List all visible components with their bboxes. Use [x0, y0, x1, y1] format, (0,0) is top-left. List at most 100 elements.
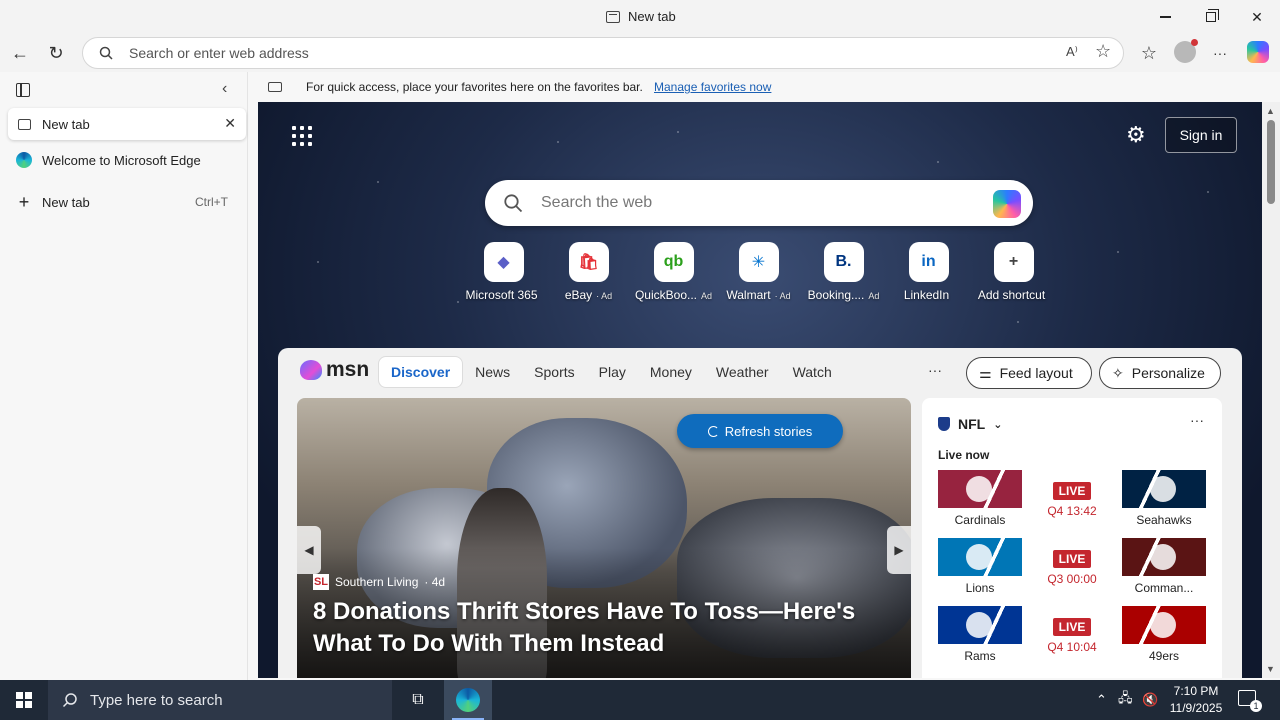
game-row[interactable]: Lions LIVE Q3 00:00 Comman... — [938, 538, 1206, 596]
sparkle-icon: ✧ — [1112, 364, 1124, 381]
tab-label: Welcome to Microsoft Edge — [42, 152, 201, 168]
taskbar-clock[interactable]: 7:10 PM 11/9/2025 — [1164, 683, 1228, 717]
scroll-thumb[interactable] — [1267, 120, 1275, 204]
show-hidden-icons-button[interactable]: ⌃ — [1096, 680, 1107, 720]
refresh-stories-button[interactable]: Refresh stories — [677, 414, 843, 448]
game-row[interactable]: Rams LIVE Q4 10:04 49ers — [938, 606, 1206, 664]
scroll-down-icon[interactable]: ▼ — [1266, 664, 1275, 674]
refresh-button[interactable]: ↻ — [41, 38, 71, 68]
msn-tab-weather[interactable]: Weather — [704, 357, 781, 387]
favorites-bar-message: For quick access, place your favorites h… — [306, 80, 643, 94]
favorites-icon: ☆ — [1140, 42, 1158, 63]
taskbar-edge-button[interactable] — [444, 680, 492, 720]
read-aloud-icon[interactable]: A⁾ — [1066, 44, 1078, 60]
shortcut-name: Booking.... — [807, 288, 865, 302]
edge-icon — [456, 688, 480, 712]
shortcut-tile[interactable]: in LinkedIn — [886, 242, 971, 302]
close-window-button[interactable]: ✕ — [1234, 4, 1280, 30]
restore-button[interactable] — [1188, 4, 1234, 30]
minimize-button[interactable] — [1142, 4, 1188, 30]
address-placeholder: Search or enter web address — [129, 45, 309, 61]
browser-toolbar: ← ↻ Search or enter web address A⁾ ☆ ☆ ·… — [0, 34, 1280, 72]
close-tab-icon[interactable]: ✕ — [224, 115, 236, 132]
team-name: Lions — [965, 581, 995, 595]
home-team: Lions — [938, 538, 1022, 596]
network-icon[interactable]: 🖧 — [1118, 680, 1133, 720]
carousel-prev-button[interactable]: ◀ — [297, 526, 321, 574]
featured-story-card[interactable]: Refresh stories ◀ ▶ SL Southern Living ·… — [297, 398, 911, 678]
start-button[interactable] — [0, 680, 48, 720]
sidebar-tab-new-tab[interactable]: New tab ✕ — [8, 108, 246, 140]
minimize-icon — [1159, 16, 1171, 18]
sidebar-tab-welcome[interactable]: Welcome to Microsoft Edge — [8, 144, 246, 176]
live-now-label: Live now — [938, 448, 990, 462]
tab-icon — [606, 10, 620, 23]
windows-logo-icon — [16, 692, 32, 708]
msn-tab-discover[interactable]: Discover — [378, 356, 464, 388]
story-source-name: Southern Living — [335, 575, 419, 589]
msn-tab-news[interactable]: News — [463, 357, 522, 387]
shortcut-label: eBay · Ad — [565, 288, 612, 302]
app-launcher-icon[interactable] — [292, 126, 312, 146]
volume-muted-icon[interactable]: 🔇 — [1142, 680, 1158, 720]
tab-actions-icon[interactable] — [16, 83, 30, 97]
shortcut-tile[interactable]: + Add shortcut — [971, 242, 1056, 302]
feed-layout-button[interactable]: ⚌ Feed layout — [966, 357, 1092, 389]
settings-more-button[interactable]: ··· — [1205, 38, 1235, 68]
nfl-scores-card: NFL ⌄ ··· Live now Cardinals LIVE Q4 13:42… — [922, 398, 1222, 678]
manage-favorites-link[interactable]: Manage favorites now — [654, 80, 771, 94]
msn-nav-more-button[interactable]: ··· — [928, 362, 942, 378]
vertical-tabs-pane: ‹ New tab ✕ Welcome to Microsoft Edge + … — [0, 72, 248, 680]
shortcut-tile[interactable]: qb QuickBoo... Ad — [631, 242, 716, 302]
shortcut-tile[interactable]: B. Booking.... Ad — [801, 242, 886, 302]
story-headline[interactable]: 8 Donations Thrift Stores Have To Toss—H… — [313, 596, 903, 660]
notification-center-icon[interactable]: 1 — [1238, 690, 1262, 712]
new-tab-label: New tab — [42, 194, 90, 210]
favorites-button[interactable]: ☆ — [1134, 38, 1164, 68]
live-badge: LIVE — [1052, 550, 1092, 568]
page-settings-gear-icon[interactable]: ⚙ — [1126, 122, 1146, 148]
copilot-icon[interactable] — [993, 190, 1021, 218]
profile-avatar[interactable] — [1174, 39, 1198, 63]
sliders-icon: ⚌ — [979, 364, 992, 381]
task-view-button[interactable]: ⧉ — [400, 680, 436, 720]
address-bar[interactable]: Search or enter web address A⁾ ☆ — [82, 37, 1124, 69]
scroll-up-icon[interactable]: ▲ — [1266, 106, 1275, 116]
page-scrollbar[interactable]: ▲ ▼ — [1262, 102, 1280, 678]
taskbar-search-box[interactable]: Type here to search — [48, 680, 392, 720]
game-row[interactable]: Cardinals LIVE Q4 13:42 Seahawks — [938, 470, 1206, 528]
shortcut-name: Add shortcut — [977, 288, 1046, 302]
window-title-text: New tab — [628, 9, 676, 24]
sign-in-button[interactable]: Sign in — [1165, 117, 1237, 153]
shortcut-tile[interactable]: ◆ Microsoft 365 — [461, 242, 546, 302]
shortcut-tile[interactable]: 🛍 eBay · Ad — [546, 242, 631, 302]
team-name: Comman... — [1134, 581, 1194, 595]
edge-icon — [16, 152, 32, 168]
team-banner — [1122, 470, 1206, 508]
shortcut-tile[interactable]: ✳ Walmart · Ad — [716, 242, 801, 302]
msn-tab-watch[interactable]: Watch — [781, 357, 844, 387]
nfl-logo-icon — [938, 417, 950, 431]
home-team: Cardinals — [938, 470, 1022, 528]
carousel-next-button[interactable]: ▶ — [887, 526, 911, 574]
personalize-button[interactable]: ✧ Personalize — [1099, 357, 1221, 389]
copilot-icon[interactable] — [1247, 41, 1269, 63]
collapse-pane-icon[interactable]: ‹ — [222, 80, 227, 98]
msn-tab-sports[interactable]: Sports — [522, 357, 586, 387]
back-button[interactable]: ← — [5, 38, 35, 68]
favorite-star-icon[interactable]: ☆ — [1095, 41, 1111, 62]
msn-tab-play[interactable]: Play — [587, 357, 638, 387]
plus-icon: + — [993, 242, 1034, 282]
team-banner — [938, 538, 1022, 576]
shortcut-name: eBay — [564, 288, 593, 302]
msn-tab-money[interactable]: Money — [638, 357, 704, 387]
msn-logo[interactable]: msn — [300, 358, 369, 382]
nfl-dropdown[interactable]: NFL ⌄ — [938, 416, 1002, 432]
web-search-box[interactable]: Search the web — [485, 180, 1033, 226]
refresh-icon: ↻ — [48, 42, 64, 63]
nfl-more-button[interactable]: ··· — [1190, 412, 1204, 428]
booking-icon: B. — [823, 242, 864, 282]
home-team: Rams — [938, 606, 1022, 664]
task-view-icon: ⧉ — [412, 691, 424, 708]
new-tab-button[interactable]: + New tab Ctrl+T — [8, 186, 246, 218]
